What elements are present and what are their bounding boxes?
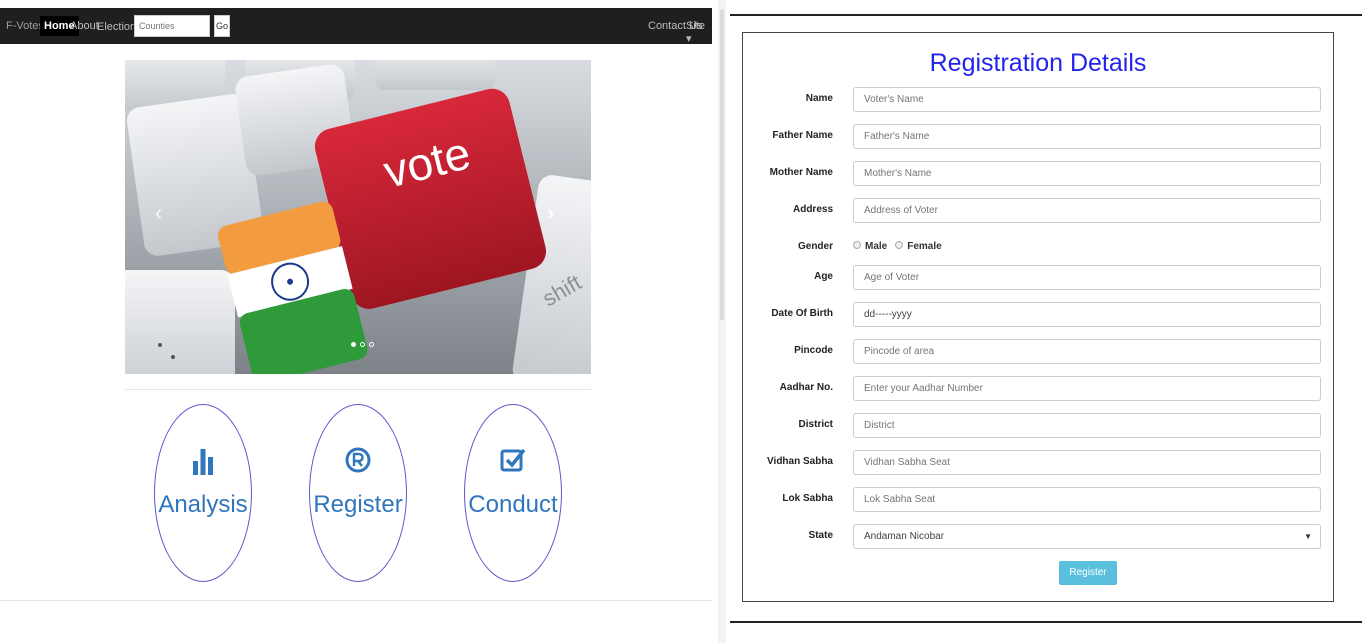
age-input[interactable] bbox=[853, 265, 1321, 290]
field-label: Lok Sabha bbox=[782, 493, 833, 504]
window-top-border bbox=[730, 14, 1362, 16]
form-row-address: Address bbox=[743, 198, 1335, 224]
form-row-vidhan-sabha: Vidhan Sabha bbox=[743, 450, 1335, 476]
carousel-dot-2[interactable] bbox=[360, 342, 365, 347]
form-row-aadhar: Aadhar No. bbox=[743, 376, 1335, 402]
section-divider bbox=[125, 389, 591, 390]
feature-analysis[interactable]: Analysis bbox=[154, 404, 252, 582]
field-label: Date Of Birth bbox=[771, 308, 833, 319]
chevron-left-icon[interactable]: ‹ bbox=[155, 200, 162, 226]
lok-sabha-input[interactable] bbox=[853, 487, 1321, 512]
radio-male[interactable] bbox=[853, 241, 861, 249]
gender-option-female[interactable]: Female bbox=[895, 241, 942, 252]
nav-site-dropdown[interactable]: Site ▾ bbox=[686, 20, 712, 45]
field-label: Mother Name bbox=[769, 167, 833, 178]
gender-radio-group: Male Female bbox=[853, 241, 942, 252]
pincode-input[interactable] bbox=[853, 339, 1321, 364]
radio-female[interactable] bbox=[895, 241, 904, 249]
form-row-gender: Gender Male Female bbox=[743, 235, 1335, 261]
registration-form: Registration Details Name Father Name Mo… bbox=[742, 32, 1334, 602]
father-name-input[interactable] bbox=[853, 124, 1321, 149]
field-label: Vidhan Sabha bbox=[767, 456, 833, 467]
feature-label: Analysis bbox=[158, 491, 248, 518]
bar-chart-icon bbox=[155, 447, 251, 477]
feature-conduct[interactable]: Conduct bbox=[464, 404, 562, 582]
feature-label: Conduct bbox=[468, 491, 558, 518]
field-label: Aadhar No. bbox=[779, 382, 833, 393]
footer-divider bbox=[0, 600, 712, 601]
mother-name-input[interactable] bbox=[853, 161, 1321, 186]
aadhar-input[interactable] bbox=[853, 376, 1321, 401]
form-row-pincode: Pincode bbox=[743, 339, 1335, 365]
field-label: State bbox=[808, 530, 833, 541]
state-select[interactable]: Andaman Nicobar ▼ bbox=[853, 524, 1321, 549]
state-selected-value: Andaman Nicobar bbox=[864, 531, 945, 542]
field-label: Name bbox=[805, 93, 833, 104]
name-input[interactable] bbox=[853, 87, 1321, 112]
form-row-lok-sabha: Lok Sabha bbox=[743, 487, 1335, 513]
date-of-birth-input[interactable]: dd-----yyyy bbox=[853, 302, 1321, 327]
registered-icon bbox=[310, 447, 406, 477]
scrollbar-thumb[interactable] bbox=[720, 10, 724, 320]
form-row-district: District bbox=[743, 413, 1335, 439]
carousel-dot-3[interactable] bbox=[369, 342, 374, 347]
address-input[interactable] bbox=[853, 198, 1321, 223]
brand-link[interactable]: F-Votes bbox=[6, 20, 44, 32]
nav-about[interactable]: About bbox=[70, 20, 99, 32]
carousel-indicators bbox=[351, 342, 374, 347]
form-row-age: Age bbox=[743, 265, 1335, 291]
feature-register[interactable]: Register bbox=[309, 404, 407, 582]
form-row-dob: Date Of Birth dd-----yyyy bbox=[743, 302, 1335, 328]
carousel-dot-1[interactable] bbox=[351, 342, 356, 347]
right-pane: Registration Details Name Father Name Mo… bbox=[730, 14, 1362, 623]
form-row-mother-name: Mother Name bbox=[743, 161, 1335, 187]
field-label: Age bbox=[814, 271, 833, 282]
register-button[interactable]: Register bbox=[1059, 561, 1117, 585]
field-label: Gender bbox=[797, 241, 833, 252]
left-pane: F-Votes Home About Election ▾ Go Contact… bbox=[0, 0, 718, 643]
check-square-icon bbox=[465, 447, 561, 477]
form-row-name: Name bbox=[743, 87, 1335, 113]
vote-keyboard-image: shift vote bbox=[125, 60, 591, 374]
gender-option-male[interactable]: Male bbox=[853, 241, 887, 252]
form-row-father-name: Father Name bbox=[743, 124, 1335, 150]
window-bottom-border bbox=[730, 621, 1362, 623]
chevron-right-icon[interactable]: › bbox=[547, 200, 554, 226]
dropdown-arrow-icon: ▼ bbox=[1304, 532, 1312, 541]
field-label: Address bbox=[792, 204, 833, 215]
vidhan-sabha-input[interactable] bbox=[853, 450, 1321, 475]
field-label: Pincode bbox=[794, 345, 833, 356]
field-label: District bbox=[798, 419, 833, 430]
hero-carousel[interactable]: shift vote ‹ › bbox=[125, 60, 591, 374]
search-input[interactable] bbox=[134, 15, 210, 37]
go-button[interactable]: Go bbox=[214, 15, 230, 37]
form-row-state: State Andaman Nicobar ▼ bbox=[743, 524, 1335, 550]
top-navbar: F-Votes Home About Election ▾ Go Contact… bbox=[0, 8, 712, 45]
feature-label: Register bbox=[313, 491, 403, 518]
district-input[interactable] bbox=[853, 413, 1321, 438]
form-title: Registration Details bbox=[929, 49, 1147, 77]
field-label: Father Name bbox=[772, 130, 833, 141]
